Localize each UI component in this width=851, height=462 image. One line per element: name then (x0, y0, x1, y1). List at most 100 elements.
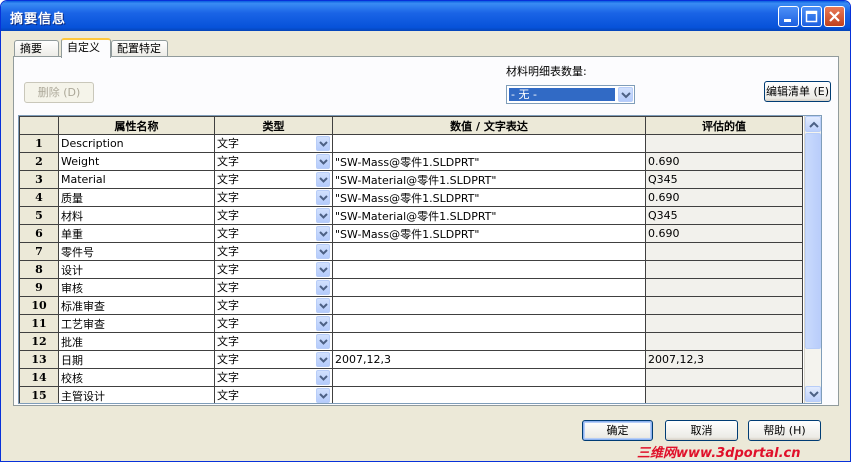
property-name-cell[interactable]: Description (58, 134, 215, 153)
type-cell[interactable]: 文字 (214, 386, 333, 403)
type-cell[interactable]: 文字 (214, 188, 333, 207)
type-cell[interactable]: 文字 (214, 170, 333, 189)
type-dropdown-button[interactable] (316, 316, 330, 331)
row-number[interactable]: 15 (19, 386, 59, 403)
table-row[interactable]: 13 日期 文字 2007,12,3 2007,12,3 (19, 350, 803, 369)
tab-summary[interactable]: 摘要 (14, 40, 59, 57)
table-row[interactable]: 10 标准审查 文字 (19, 296, 803, 315)
row-number[interactable]: 11 (19, 314, 59, 333)
type-cell[interactable]: 文字 (214, 242, 333, 261)
type-cell[interactable]: 文字 (214, 314, 333, 333)
value-expression-cell[interactable] (332, 314, 646, 333)
property-name-cell[interactable]: 日期 (58, 350, 215, 369)
table-row[interactable]: 12 批准 文字 (19, 332, 803, 351)
delete-button[interactable]: 删除 (D) (24, 82, 94, 103)
type-cell[interactable]: 文字 (214, 350, 333, 369)
table-row[interactable]: 11 工艺审查 文字 (19, 314, 803, 333)
scroll-down-button[interactable] (805, 386, 821, 402)
type-dropdown-button[interactable] (316, 262, 330, 277)
property-name-cell[interactable]: Weight (58, 152, 215, 171)
scroll-thumb[interactable] (805, 133, 821, 349)
table-row[interactable]: 2 Weight 文字 "SW-Mass@零件1.SLDPRT" 0.690 (19, 152, 803, 171)
column-header-type[interactable]: 类型 (214, 116, 333, 135)
property-name-cell[interactable]: 材料 (58, 206, 215, 225)
row-number[interactable]: 2 (19, 152, 59, 171)
type-cell[interactable]: 文字 (214, 278, 333, 297)
vertical-scrollbar[interactable] (804, 116, 821, 403)
value-expression-cell[interactable] (332, 260, 646, 279)
value-expression-cell[interactable]: "SW-Mass@零件1.SLDPRT" (332, 152, 646, 171)
table-row[interactable]: 3 Material 文字 "SW-Material@零件1.SLDPRT" Q345 (19, 170, 803, 189)
table-row[interactable]: 8 设计 文字 (19, 260, 803, 279)
value-expression-cell[interactable] (332, 368, 646, 387)
type-cell[interactable]: 文字 (214, 368, 333, 387)
type-cell[interactable]: 文字 (214, 260, 333, 279)
row-number[interactable]: 4 (19, 188, 59, 207)
type-cell[interactable]: 文字 (214, 152, 333, 171)
table-row[interactable]: 15 主管设计 文字 (19, 386, 803, 403)
tab-custom[interactable]: 自定义 (61, 38, 111, 58)
value-expression-cell[interactable]: "SW-Material@零件1.SLDPRT" (332, 206, 646, 225)
property-name-cell[interactable]: 工艺审查 (58, 314, 215, 333)
bom-quantity-dropdown-button[interactable] (618, 87, 633, 102)
column-header-value[interactable]: 数值 / 文字表达 (332, 116, 646, 135)
value-expression-cell[interactable] (332, 134, 646, 153)
title-bar[interactable]: 摘要信息 (1, 1, 850, 31)
close-button[interactable] (824, 6, 845, 27)
table-row[interactable]: 4 质量 文字 "SW-Mass@零件1.SLDPRT" 0.690 (19, 188, 803, 207)
type-dropdown-button[interactable] (316, 154, 330, 169)
property-name-cell[interactable]: 标准审查 (58, 296, 215, 315)
type-dropdown-button[interactable] (316, 226, 330, 241)
bom-quantity-select[interactable]: - 无 - (506, 85, 635, 104)
cancel-button[interactable]: 取消 (665, 420, 738, 441)
type-dropdown-button[interactable] (316, 334, 330, 349)
property-name-cell[interactable]: 主管设计 (58, 386, 215, 403)
table-row[interactable]: 7 零件号 文字 (19, 242, 803, 261)
type-dropdown-button[interactable] (316, 388, 330, 403)
row-number[interactable]: 12 (19, 332, 59, 351)
value-expression-cell[interactable] (332, 386, 646, 403)
type-dropdown-button[interactable] (316, 280, 330, 295)
help-button[interactable]: 帮助 (H) (748, 420, 821, 441)
row-number[interactable]: 14 (19, 368, 59, 387)
value-expression-cell[interactable] (332, 332, 646, 351)
property-name-cell[interactable]: 校核 (58, 368, 215, 387)
maximize-button[interactable] (801, 6, 822, 27)
edit-list-button[interactable]: 编辑清单 (E) (764, 81, 831, 102)
type-dropdown-button[interactable] (316, 352, 330, 367)
tab-config-specific[interactable]: 配置特定 (111, 40, 168, 57)
value-expression-cell[interactable] (332, 242, 646, 261)
type-cell[interactable]: 文字 (214, 134, 333, 153)
row-number[interactable]: 5 (19, 206, 59, 225)
value-expression-cell[interactable]: "SW-Mass@零件1.SLDPRT" (332, 188, 646, 207)
type-dropdown-button[interactable] (316, 172, 330, 187)
type-dropdown-button[interactable] (316, 136, 330, 151)
row-number[interactable]: 6 (19, 224, 59, 243)
type-cell[interactable]: 文字 (214, 224, 333, 243)
row-number[interactable]: 9 (19, 278, 59, 297)
value-expression-cell[interactable]: 2007,12,3 (332, 350, 646, 369)
table-row[interactable]: 5 材料 文字 "SW-Material@零件1.SLDPRT" Q345 (19, 206, 803, 225)
value-expression-cell[interactable]: "SW-Mass@零件1.SLDPRT" (332, 224, 646, 243)
scroll-up-button[interactable] (805, 116, 821, 132)
table-row[interactable]: 1 Description 文字 (19, 134, 803, 153)
property-name-cell[interactable]: Material (58, 170, 215, 189)
row-number[interactable]: 1 (19, 134, 59, 153)
table-row[interactable]: 6 单重 文字 "SW-Mass@零件1.SLDPRT" 0.690 (19, 224, 803, 243)
minimize-button[interactable] (778, 6, 799, 27)
row-number[interactable]: 8 (19, 260, 59, 279)
type-dropdown-button[interactable] (316, 244, 330, 259)
type-dropdown-button[interactable] (316, 298, 330, 313)
property-name-cell[interactable]: 零件号 (58, 242, 215, 261)
property-name-cell[interactable]: 设计 (58, 260, 215, 279)
value-expression-cell[interactable]: "SW-Material@零件1.SLDPRT" (332, 170, 646, 189)
type-dropdown-button[interactable] (316, 190, 330, 205)
type-cell[interactable]: 文字 (214, 296, 333, 315)
column-header-property-name[interactable]: 属性名称 (58, 116, 215, 135)
row-number[interactable]: 13 (19, 350, 59, 369)
type-cell[interactable]: 文字 (214, 332, 333, 351)
table-row[interactable]: 9 审核 文字 (19, 278, 803, 297)
value-expression-cell[interactable] (332, 278, 646, 297)
ok-button[interactable]: 确定 (582, 420, 653, 441)
type-dropdown-button[interactable] (316, 370, 330, 385)
